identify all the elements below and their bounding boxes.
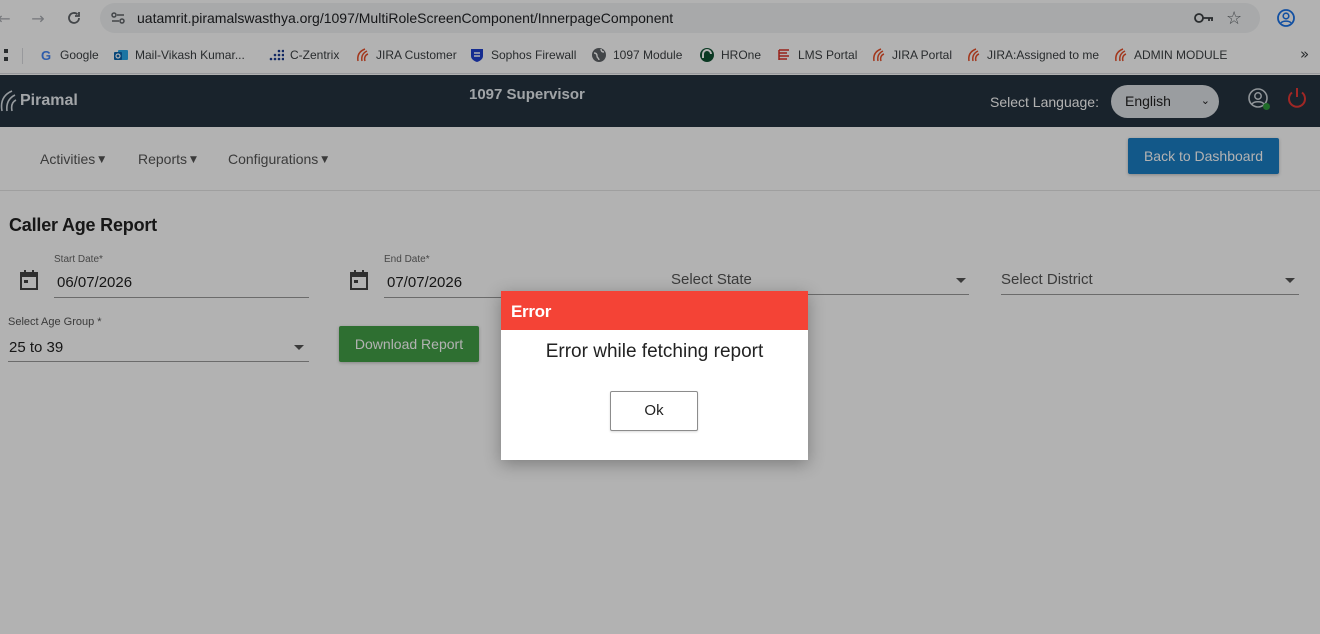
- error-dialog: Error Error while fetching report Ok: [501, 291, 808, 460]
- dialog-header: Error: [501, 291, 808, 330]
- ok-button[interactable]: Ok: [610, 391, 698, 431]
- dialog-message: Error while fetching report: [545, 341, 764, 362]
